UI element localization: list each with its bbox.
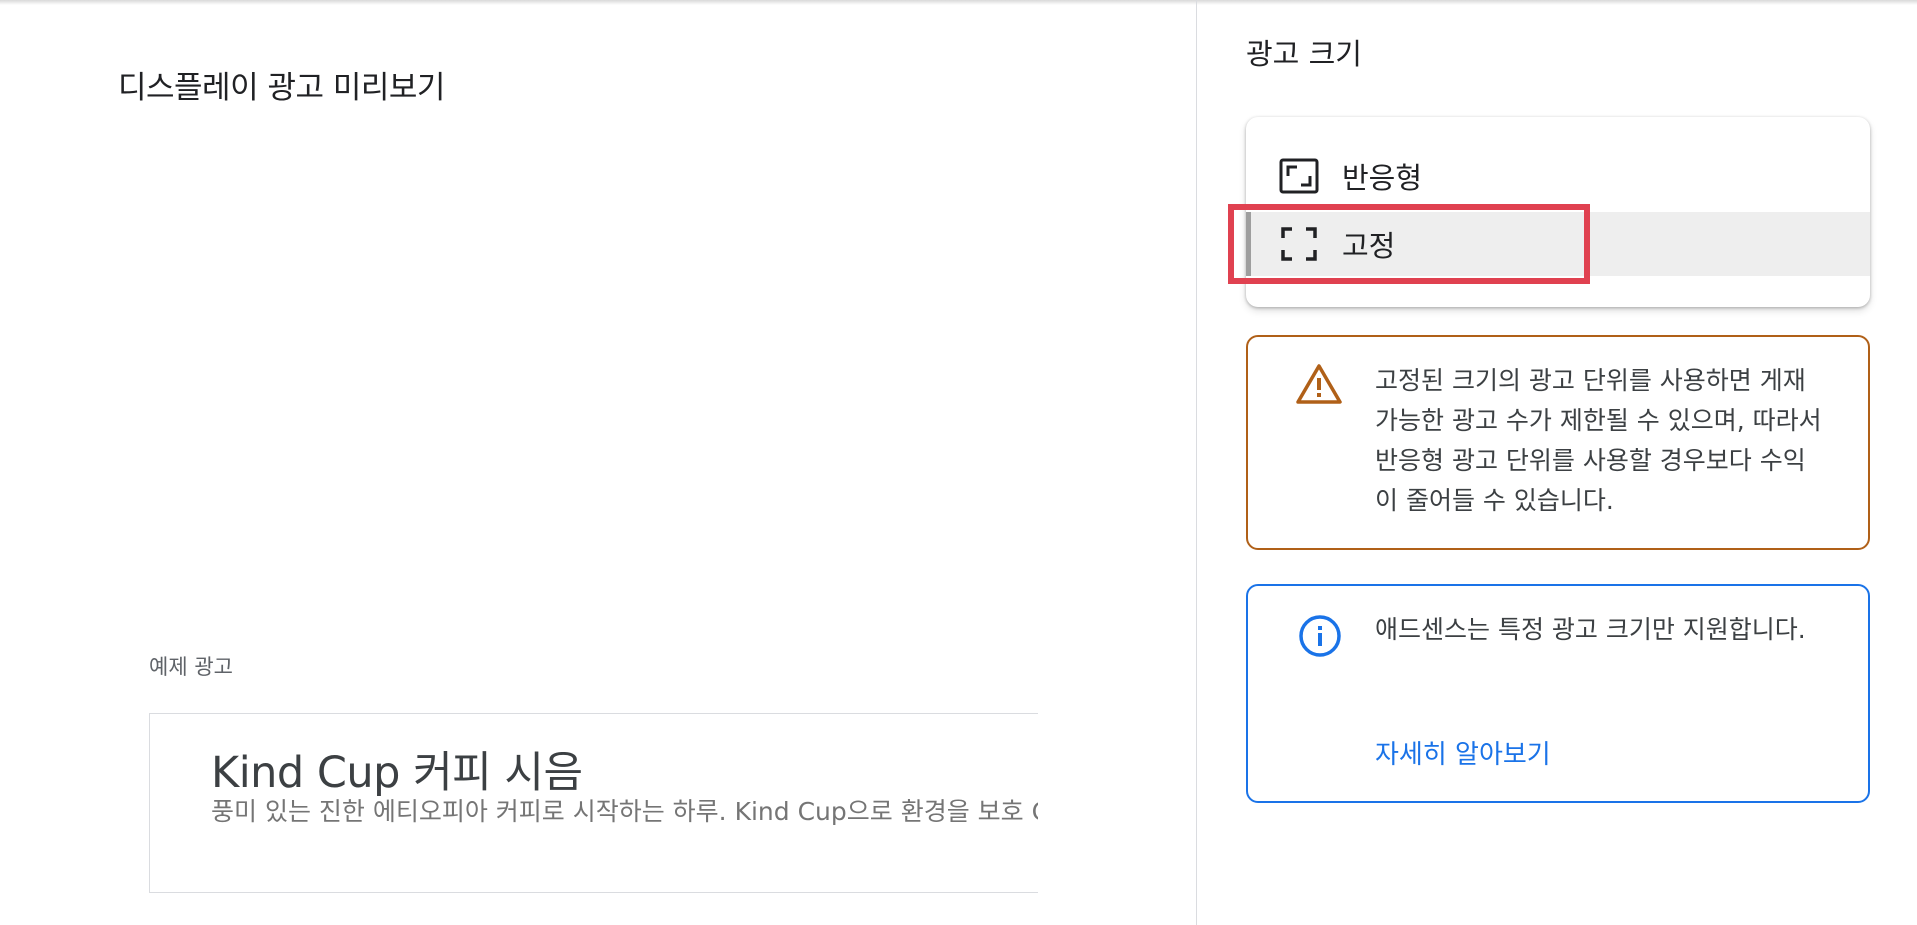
ad-headline: Kind Cup 커피 시음 <box>211 748 583 798</box>
info-icon <box>1299 615 1341 657</box>
info-notice: 애드센스는 특정 광고 크기만 지원합니다. 자세히 알아보기 <box>1246 584 1870 803</box>
ad-size-option-responsive[interactable]: 반응형 <box>1246 144 1870 208</box>
sample-ad-label: 예제 광고 <box>149 655 233 679</box>
sample-ad-card: Kind Cup 커피 시음 풍미 있는 진한 에티오피아 커피로 시작하는 하… <box>149 713 1038 893</box>
learn-more-link[interactable]: 자세히 알아보기 <box>1375 734 1551 771</box>
ad-size-option-label: 반응형 <box>1342 161 1423 195</box>
responsive-icon <box>1279 158 1319 194</box>
warning-notice: 고정된 크기의 광고 단위를 사용하면 게재 가능한 광고 수가 제한될 수 있… <box>1246 335 1870 550</box>
preview-title: 디스플레이 광고 미리보기 <box>118 70 445 106</box>
warning-icon <box>1296 364 1342 404</box>
pane-divider <box>1196 0 1197 925</box>
info-text: 애드센스는 특정 광고 크기만 지원합니다. <box>1375 615 1806 644</box>
warning-text: 고정된 크기의 광고 단위를 사용하면 게재 가능한 광고 수가 제한될 수 있… <box>1375 366 1822 515</box>
ad-description: 풍미 있는 진한 에티오피아 커피로 시작하는 하루. Kind Cup으로 환… <box>211 797 1038 826</box>
ad-size-heading: 광고 크기 <box>1246 37 1362 71</box>
selection-highlight-box <box>1228 204 1590 284</box>
top-shadow <box>0 0 1917 5</box>
